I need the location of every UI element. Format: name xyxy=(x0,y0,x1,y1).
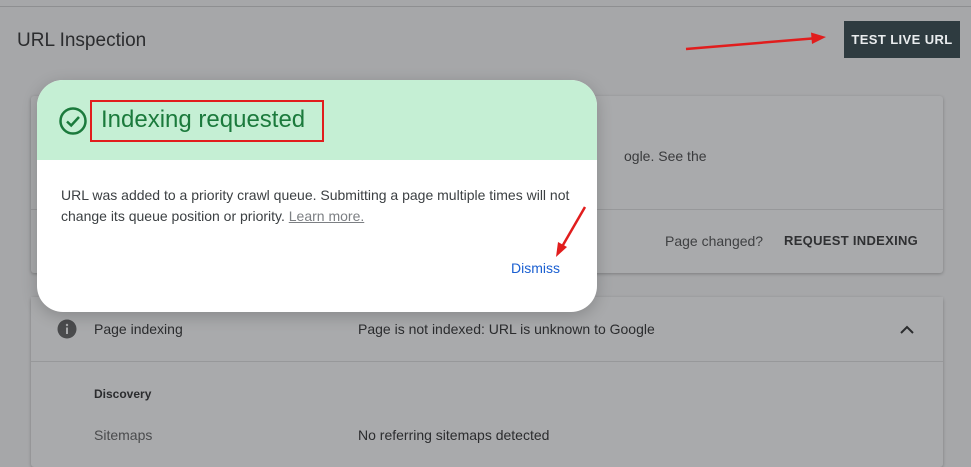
dismiss-button[interactable]: Dismiss xyxy=(511,260,560,276)
chevron-up-icon[interactable] xyxy=(898,321,916,339)
page-changed-label: Page changed? xyxy=(665,233,764,249)
dialog-header: Indexing requested xyxy=(37,80,597,160)
arrow-line-test-live xyxy=(685,37,813,51)
discovery-heading: Discovery xyxy=(94,387,152,401)
dialog-message: URL was added to a priority crawl queue.… xyxy=(61,185,571,227)
arrow-head-test-live xyxy=(811,32,826,44)
test-live-url-button[interactable]: TEST LIVE URL xyxy=(844,21,960,58)
check-circle-icon xyxy=(59,107,87,135)
learn-more-link[interactable]: Learn more. xyxy=(289,208,364,224)
info-icon xyxy=(57,319,77,339)
sitemaps-label: Sitemaps xyxy=(94,427,153,443)
page-indexing-status: Page is not indexed: URL is unknown to G… xyxy=(358,321,655,337)
card-divider xyxy=(31,361,943,362)
request-indexing-button[interactable]: REQUEST INDEXING xyxy=(784,233,918,248)
page-title: URL Inspection xyxy=(17,30,147,51)
indexing-requested-dialog: Indexing requested URL was added to a pr… xyxy=(37,80,597,312)
title-annotation-box xyxy=(90,100,324,142)
sitemaps-value: No referring sitemaps detected xyxy=(358,427,550,443)
top-divider xyxy=(0,6,971,7)
page-indexing-card: Page indexing Page is not indexed: URL i… xyxy=(31,297,943,467)
page-indexing-label: Page indexing xyxy=(94,321,183,337)
inspection-card-text: ogle. See the xyxy=(624,148,707,164)
